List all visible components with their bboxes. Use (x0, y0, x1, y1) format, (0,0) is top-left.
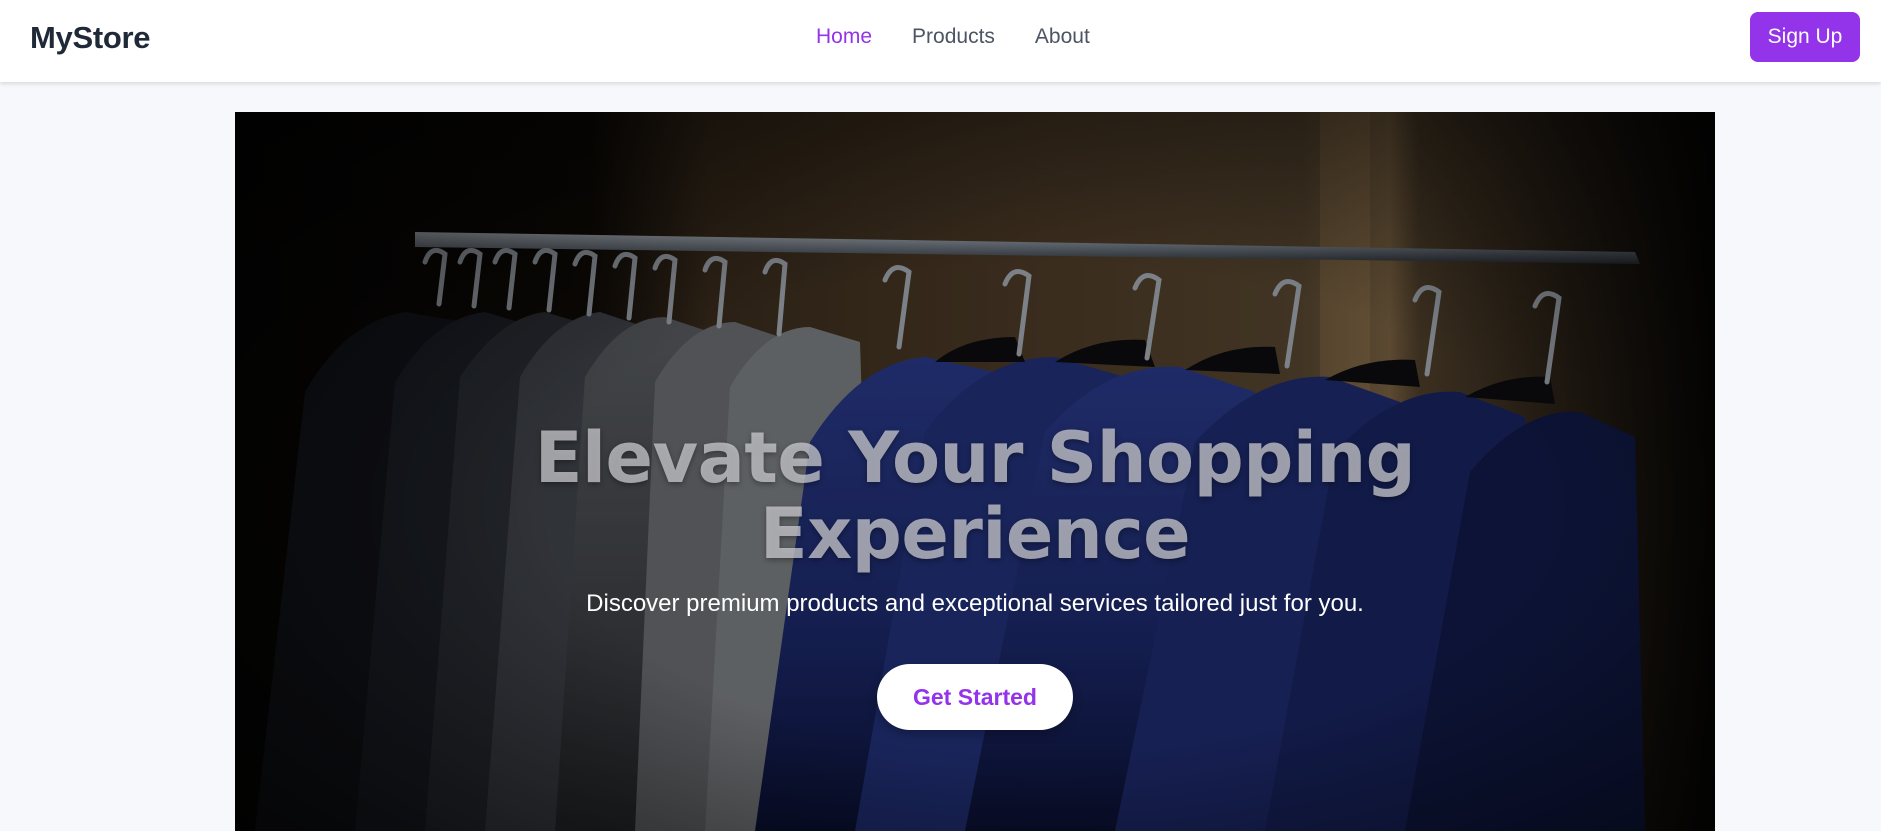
hero-title-line-1: Elevate Your Shopping (534, 417, 1416, 499)
get-started-button[interactable]: Get Started (877, 664, 1073, 730)
hero-title: Elevate Your Shopping Experience (235, 420, 1715, 572)
hero-title-line-2: Experience (759, 493, 1191, 575)
nav-link-products[interactable]: Products (912, 25, 995, 49)
main-nav: Home Products About (816, 25, 1090, 49)
brand-logo[interactable]: MyStore (30, 20, 151, 56)
top-navbar: MyStore Home Products About Sign Up (0, 0, 1881, 82)
nav-link-home[interactable]: Home (816, 25, 872, 49)
hero-subtitle: Discover premium products and exceptiona… (586, 590, 1364, 617)
nav-link-about[interactable]: About (1035, 25, 1090, 49)
sign-up-button[interactable]: Sign Up (1750, 12, 1860, 62)
hero-banner: Elevate Your Shopping Experience Discove… (235, 112, 1715, 831)
